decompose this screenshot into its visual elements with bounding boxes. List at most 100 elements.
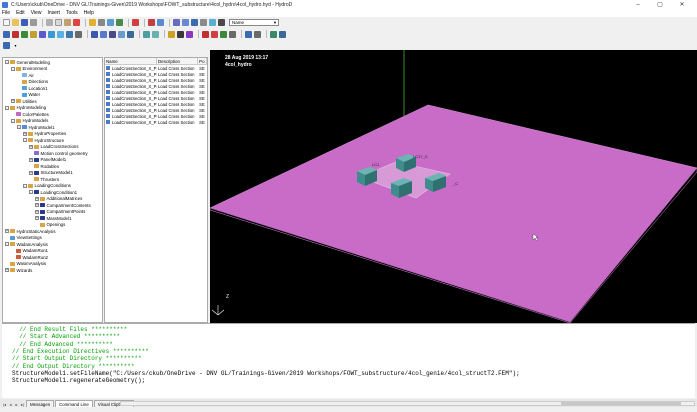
- tree-node[interactable]: Water: [17, 92, 40, 98]
- tree-node[interactable]: + PanelModel1: [29, 157, 66, 163]
- tab-command-line[interactable]: Command Line: [55, 400, 93, 407]
- tree-node[interactable]: - LoadingConditions: [23, 183, 71, 189]
- tree-node[interactable]: - HydroModeling: [5, 105, 46, 111]
- collapse-icon[interactable]: -: [29, 190, 33, 194]
- delete-icon[interactable]: [73, 19, 80, 26]
- shade-icon[interactable]: [91, 30, 98, 38]
- fit-icon[interactable]: [39, 30, 46, 38]
- list-item[interactable]: LoadCrossSection_X_P4 Load Cross Section S…: [105, 83, 207, 89]
- tree-node[interactable]: + AdditionalMatrices: [35, 196, 82, 202]
- close-button[interactable]: ✕: [671, 0, 693, 9]
- tree-node[interactable]: Motion control geometry: [29, 150, 88, 156]
- zoom-icon[interactable]: [21, 30, 28, 38]
- tree-node[interactable]: - GeneralModeling: [5, 59, 50, 65]
- tree-node[interactable]: + HydroStaticAnalysis: [5, 228, 56, 234]
- tree-node[interactable]: ViewSettings: [5, 235, 42, 241]
- tree-node[interactable]: WasimAnalysis: [5, 261, 46, 267]
- rotate-icon[interactable]: [3, 30, 10, 38]
- record-icon[interactable]: [202, 30, 209, 38]
- lamp-icon[interactable]: [168, 30, 175, 38]
- save-icon[interactable]: [21, 19, 28, 26]
- command-line-panel[interactable]: // End Result Files ********** // Start …: [2, 323, 695, 398]
- column-header-name[interactable]: Name: [105, 58, 157, 64]
- wireframe-icon[interactable]: [218, 19, 225, 26]
- collapse-icon[interactable]: -: [11, 66, 15, 71]
- expand-icon[interactable]: +: [35, 196, 39, 201]
- tree-node[interactable]: Air: [17, 72, 34, 78]
- stop-icon[interactable]: [211, 30, 218, 38]
- grid-icon[interactable]: [157, 19, 164, 26]
- tree-node[interactable]: + MassModel1: [35, 215, 71, 221]
- tag-icon[interactable]: [200, 19, 207, 26]
- collapse-icon[interactable]: -: [5, 242, 9, 246]
- dropdown-arrow-icon[interactable]: ▾: [12, 41, 19, 49]
- expand-icon[interactable]: +: [29, 157, 33, 162]
- expand-icon[interactable]: +: [5, 268, 9, 272]
- play-icon[interactable]: [220, 30, 227, 38]
- run-icon[interactable]: [152, 30, 159, 38]
- tree-node[interactable]: + Utilities: [11, 98, 37, 104]
- menu-view[interactable]: View: [31, 10, 42, 16]
- collapse-icon[interactable]: -: [5, 60, 9, 64]
- tree-node[interactable]: ColorPalettes: [11, 111, 49, 117]
- step-icon[interactable]: [229, 30, 236, 38]
- axis-icon[interactable]: [3, 41, 10, 49]
- label-icon[interactable]: [118, 30, 125, 38]
- collapse-icon[interactable]: -: [17, 125, 21, 129]
- list-item[interactable]: LoadCrossSection_X_P3 Load Cross Section S…: [105, 77, 207, 83]
- tree-node[interactable]: Openings: [35, 222, 65, 228]
- tree-node[interactable]: Thrusters: [29, 176, 59, 182]
- new-file-icon[interactable]: [3, 19, 10, 26]
- menu-tools[interactable]: Tools: [66, 10, 78, 16]
- list-item[interactable]: LoadCrossSection_X_P10 Load Cross Section…: [105, 119, 207, 125]
- list-item[interactable]: LoadCrossSection_X_P9 Load Cross Section S…: [105, 113, 207, 119]
- expand-icon[interactable]: +: [29, 170, 33, 175]
- marker-icon[interactable]: [148, 19, 155, 26]
- view-icon[interactable]: [107, 19, 114, 26]
- tab-messages[interactable]: Messages: [26, 400, 55, 407]
- tree-node[interactable]: + HydroProperties: [23, 131, 66, 137]
- import-icon[interactable]: [279, 30, 286, 38]
- copy-icon[interactable]: [55, 19, 62, 26]
- expand-icon[interactable]: +: [35, 216, 39, 220]
- tree-node[interactable]: + Wizards: [5, 267, 32, 273]
- name-combo[interactable]: Name ▼: [229, 19, 279, 26]
- tree-node[interactable]: - LoadingCondition1: [29, 189, 77, 195]
- tree-node[interactable]: - HydroModel1: [17, 124, 55, 130]
- graphics-viewport[interactable]: LC1 LC17_C _C Z 28 Aug 2019 13:17 4col_h…: [210, 50, 697, 323]
- outline-icon[interactable]: [100, 30, 107, 38]
- list-item[interactable]: LoadCrossSection_X_P5 Load Cross Section S…: [105, 89, 207, 95]
- open-folder-icon[interactable]: [12, 19, 19, 26]
- list-item[interactable]: LoadCrossSection_X_P7 Load Cross Section S…: [105, 101, 207, 107]
- tree-node[interactable]: - HydroStructure: [23, 137, 64, 143]
- info-icon[interactable]: [98, 19, 105, 26]
- tree-node[interactable]: Directions: [17, 79, 48, 85]
- tree-node[interactable]: + LoadCrossSections: [29, 144, 79, 150]
- scrollbar-thumb[interactable]: [561, 402, 681, 405]
- mesh-icon[interactable]: [109, 30, 116, 38]
- tree-node[interactable]: Rodables: [29, 163, 59, 169]
- check-icon[interactable]: [116, 19, 123, 26]
- column-header-description[interactable]: Description: [157, 58, 199, 64]
- collapse-icon[interactable]: -: [23, 183, 27, 188]
- menu-insert[interactable]: Insert: [47, 10, 60, 16]
- color-icon[interactable]: [177, 30, 184, 38]
- export-icon[interactable]: [270, 30, 277, 38]
- column-header-po[interactable]: Po: [198, 58, 207, 64]
- palette-icon[interactable]: [186, 30, 193, 38]
- expand-icon[interactable]: +: [35, 203, 39, 207]
- table-icon[interactable]: [254, 30, 261, 38]
- expand-icon[interactable]: +: [29, 144, 33, 149]
- measure-icon[interactable]: [127, 30, 134, 38]
- cube-icon[interactable]: [209, 19, 216, 26]
- list-item[interactable]: LoadCrossSection_X_P1 Load Cross Section S…: [105, 65, 207, 71]
- collapse-icon[interactable]: -: [5, 105, 9, 110]
- compute-icon[interactable]: [143, 30, 150, 38]
- tree-node[interactable]: - HydroModels: [11, 118, 48, 124]
- chart-icon[interactable]: [245, 30, 252, 38]
- list-item[interactable]: LoadCrossSection_X_P6 Load Cross Section S…: [105, 95, 207, 101]
- expand-icon[interactable]: +: [5, 229, 9, 233]
- filter-icon[interactable]: [191, 19, 198, 26]
- list-item[interactable]: LoadCrossSection_X_P8 Load Cross Section S…: [105, 107, 207, 113]
- menu-help[interactable]: Help: [84, 10, 94, 16]
